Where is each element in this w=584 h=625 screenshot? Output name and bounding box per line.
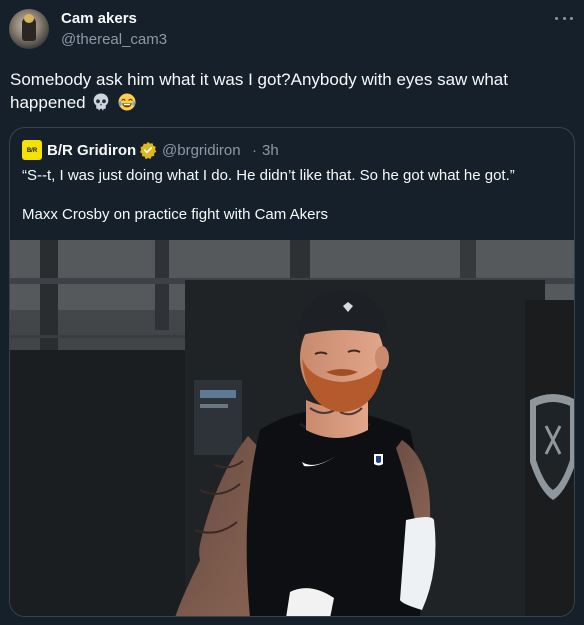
skull-emoji-icon [94,93,109,111]
quoted-author-logo[interactable]: B/R [22,140,42,160]
quoted-logo-text: B/R [26,147,38,154]
more-options-icon[interactable] [553,10,575,26]
avatar-helmet [24,14,34,23]
quoted-timestamp[interactable]: 3h [262,142,279,159]
quoted-photo[interactable] [10,240,574,616]
tweet-text: Somebody ask him what it was I got?Anybo… [10,68,570,114]
quoted-separator: · [252,142,257,159]
tweet-card: Cam akers @thereal_cam3 Somebody ask him… [0,0,584,625]
tears-of-joy-emoji-icon [118,93,136,111]
author-name[interactable]: Cam akers [61,10,137,27]
tweet-text-content: Somebody ask him what it was I got?Anybo… [10,70,508,112]
gold-verified-badge-icon [139,141,157,159]
author-avatar[interactable] [9,9,49,49]
quoted-caption: Maxx Crosby on practice fight with Cam A… [22,206,328,223]
quoted-text-line: “S--t, I was just doing what I do. He di… [22,167,515,184]
quoted-author-handle[interactable]: @brgridiron [162,142,241,159]
quoted-author-name[interactable]: B/R Gridiron [47,142,136,159]
photo-scene [10,240,574,616]
author-handle[interactable]: @thereal_cam3 [61,31,167,48]
quoted-tweet[interactable]: B/R B/R Gridiron @brgridiron · 3h “S--t,… [9,127,575,617]
